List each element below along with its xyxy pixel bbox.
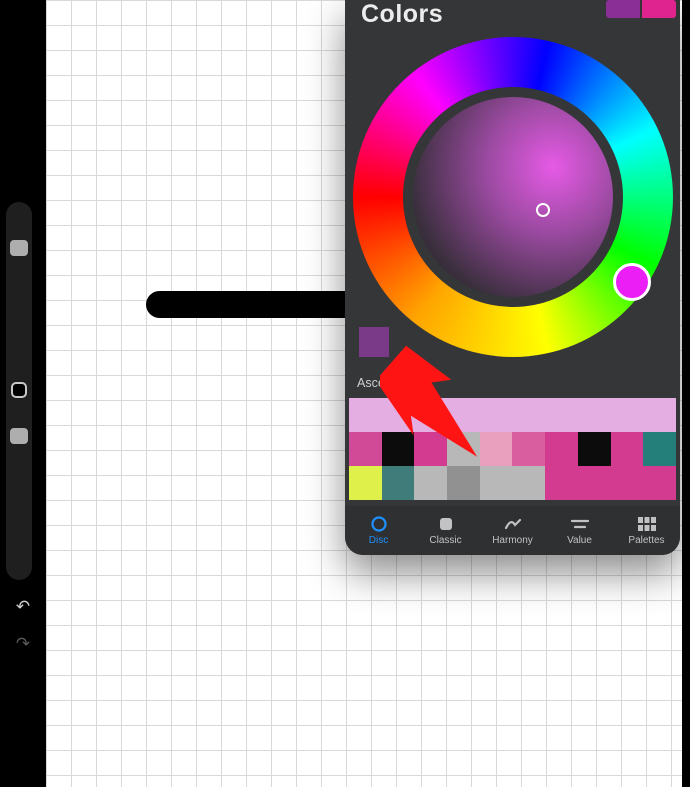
palette-swatch[interactable]	[414, 466, 447, 500]
palette-swatch[interactable]	[480, 398, 513, 432]
tab-label: Disc	[369, 535, 388, 546]
palette-swatch[interactable]	[643, 432, 676, 466]
palette-swatch[interactable]	[349, 398, 382, 432]
palettes-icon	[638, 515, 656, 533]
tab-classic[interactable]: Classic	[412, 506, 479, 555]
palette-swatch[interactable]	[349, 466, 382, 500]
palette-swatch[interactable]	[578, 398, 611, 432]
palette-swatch[interactable]	[382, 398, 415, 432]
palette-swatch[interactable]	[349, 432, 382, 466]
tab-harmony[interactable]: Harmony	[479, 506, 546, 555]
tab-label: Harmony	[492, 535, 533, 546]
palette-swatch[interactable]	[414, 398, 447, 432]
hue-picker-handle[interactable]	[613, 263, 651, 301]
palette-swatch[interactable]	[382, 432, 415, 466]
palette-swatch[interactable]	[382, 466, 415, 500]
slider-thumb-size[interactable]	[11, 382, 27, 398]
tab-value[interactable]: Value	[546, 506, 613, 555]
previous-color-chip[interactable]	[606, 0, 640, 18]
palette-swatch[interactable]	[611, 398, 644, 432]
palette-swatch[interactable]	[512, 398, 545, 432]
current-color-chip[interactable]	[642, 0, 676, 18]
tab-label: Classic	[429, 535, 461, 546]
slider-thumb-flow[interactable]	[10, 428, 28, 444]
value-icon	[570, 515, 590, 533]
right-edge	[682, 0, 690, 787]
saturation-disc[interactable]	[413, 97, 613, 297]
palette-swatch[interactable]	[611, 432, 644, 466]
harmony-icon	[503, 515, 523, 533]
palette-swatch[interactable]	[414, 432, 447, 466]
palette-swatch[interactable]	[447, 398, 480, 432]
palette-swatch[interactable]	[512, 432, 545, 466]
color-wheel[interactable]	[353, 37, 673, 357]
palette-swatch[interactable]	[447, 466, 480, 500]
palette-swatch[interactable]	[480, 432, 513, 466]
sv-picker-handle[interactable]	[536, 203, 550, 217]
tab-palettes[interactable]: Palettes	[613, 506, 680, 555]
palette-swatch[interactable]	[643, 466, 676, 500]
palette-swatch[interactable]	[578, 466, 611, 500]
color-mode-tabs: Disc Classic Harmony Value Palettes	[345, 506, 680, 555]
palette-swatch[interactable]	[643, 398, 676, 432]
tab-label: Value	[567, 535, 592, 546]
palette-swatch[interactable]	[480, 466, 513, 500]
palette-swatch[interactable]	[512, 466, 545, 500]
tab-disc[interactable]: Disc	[345, 506, 412, 555]
history-swatch[interactable]	[359, 327, 389, 357]
palette-grid	[349, 398, 676, 500]
palette-swatch[interactable]	[447, 432, 480, 466]
brush-size-slider[interactable]	[6, 202, 32, 580]
redo-icon[interactable]: ↷	[0, 634, 46, 654]
disc-icon	[370, 515, 388, 533]
undo-icon[interactable]: ↶	[0, 597, 46, 617]
palette-name-label: Ascend	[357, 376, 399, 390]
palette-swatch[interactable]	[545, 432, 578, 466]
colors-panel: Colors Ascend DiscClassicHarmonyValuePal…	[345, 0, 680, 555]
slider-thumb-opacity[interactable]	[10, 240, 28, 256]
palette-swatch[interactable]	[545, 398, 578, 432]
tab-label: Palettes	[628, 535, 664, 546]
left-sidebar: ↶ ↷	[0, 0, 46, 787]
classic-icon	[438, 515, 454, 533]
palette-swatch[interactable]	[578, 432, 611, 466]
palette-swatch[interactable]	[545, 466, 578, 500]
palette-swatch[interactable]	[611, 466, 644, 500]
